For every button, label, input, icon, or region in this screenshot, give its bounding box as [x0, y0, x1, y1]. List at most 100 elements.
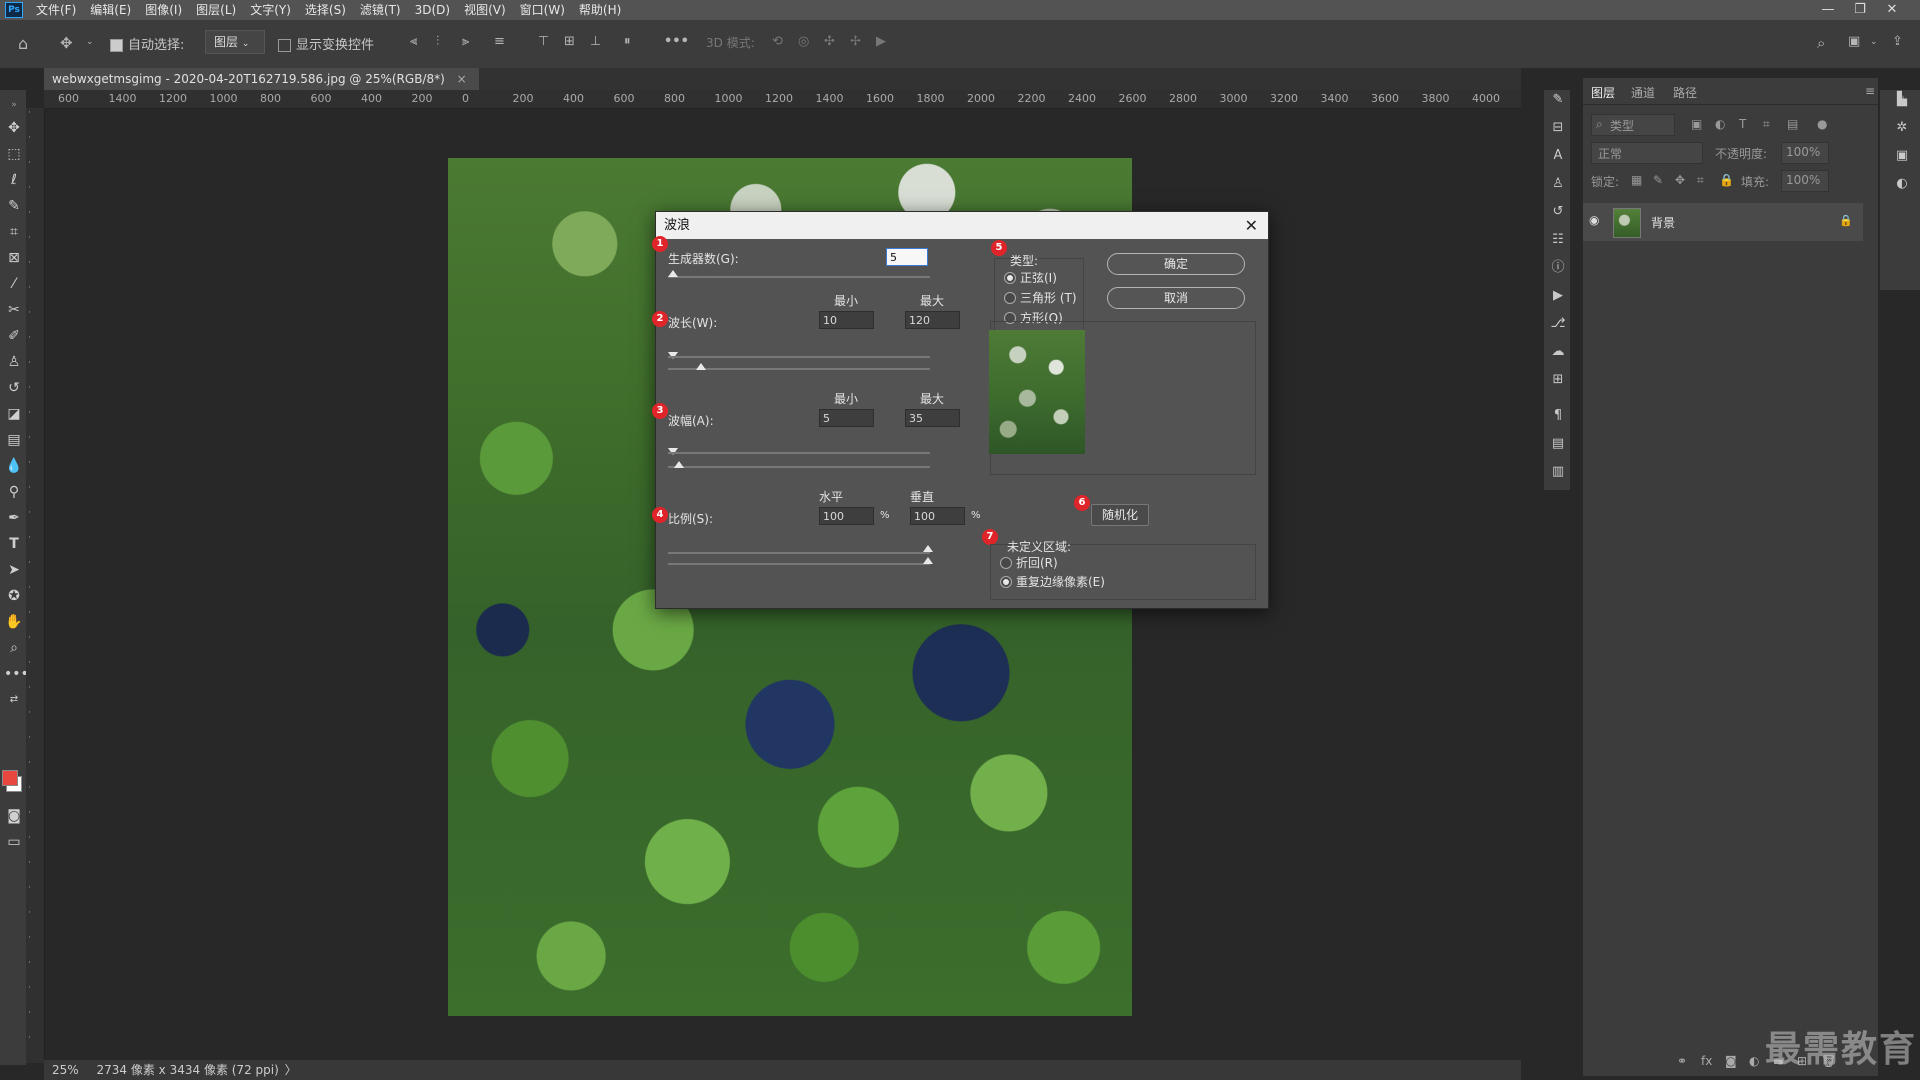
- 3d-pan-icon[interactable]: ✣: [824, 34, 835, 49]
- menu-type[interactable]: 文字(Y): [243, 0, 298, 20]
- undefined-wrap-radio[interactable]: [1000, 557, 1012, 569]
- more-icon[interactable]: •••: [664, 34, 689, 49]
- navigator-icon[interactable]: ✲: [1892, 118, 1912, 138]
- history-icon[interactable]: ↺: [1548, 202, 1568, 222]
- actions-icon[interactable]: ☷: [1548, 230, 1568, 250]
- scale-horizontal-track[interactable]: [668, 552, 930, 554]
- menu-filter[interactable]: 滤镜(T): [353, 0, 408, 20]
- filter-pixel-icon[interactable]: ▣: [1691, 117, 1702, 131]
- info-icon[interactable]: ⓘ: [1548, 258, 1568, 278]
- pen-tool-icon[interactable]: ✒: [4, 508, 24, 528]
- zoom-level[interactable]: 25%: [52, 1063, 79, 1077]
- tab-layers[interactable]: 图层: [1591, 84, 1615, 101]
- filter-type-icon[interactable]: T: [1739, 117, 1746, 131]
- wavelength-max-track[interactable]: [668, 368, 930, 370]
- move-tool-icon[interactable]: ✥: [4, 118, 24, 138]
- cancel-button[interactable]: 取消: [1107, 287, 1245, 309]
- panel-menu-icon[interactable]: ≡: [1865, 84, 1875, 98]
- paths-icon[interactable]: ☁: [1548, 342, 1568, 362]
- amplitude-max-input[interactable]: 35: [905, 409, 960, 427]
- mask-icon[interactable]: ◙: [1725, 1054, 1737, 1068]
- fx-icon[interactable]: fx: [1701, 1054, 1712, 1068]
- chevron-right-icon[interactable]: 〉: [285, 1063, 297, 1077]
- clone-source-icon[interactable]: ♙: [1548, 174, 1568, 194]
- lock-paint-icon[interactable]: ✎: [1653, 173, 1663, 187]
- auto-select-checkbox[interactable]: 自动选择:: [110, 34, 184, 53]
- search-icon[interactable]: ⌕: [1817, 34, 1825, 52]
- marquee-tool-icon[interactable]: ⬚: [4, 144, 24, 164]
- generators-input[interactable]: 5: [886, 248, 928, 266]
- amplitude-max-track[interactable]: [668, 466, 930, 468]
- wavelength-max-thumb[interactable]: [696, 363, 706, 370]
- menu-image[interactable]: 图像(I): [138, 0, 189, 20]
- close-tab-icon[interactable]: ×: [457, 72, 467, 86]
- align-bottom-icon[interactable]: ⊥: [590, 34, 601, 49]
- align-left-icon[interactable]: ⫷: [410, 34, 417, 49]
- eraser-tool-icon[interactable]: ◪: [4, 404, 24, 424]
- amplitude-max-thumb[interactable]: [674, 461, 684, 468]
- lasso-tool-icon[interactable]: ℓ: [4, 170, 24, 190]
- 3d-orbit-icon[interactable]: ⟲: [772, 34, 783, 49]
- wavelength-min-input[interactable]: 10: [819, 311, 874, 329]
- minimize-icon[interactable]: —: [1813, 0, 1843, 20]
- scale-horizontal-input[interactable]: 100: [819, 507, 874, 525]
- filter-type-dropdown[interactable]: ⌕ 类型: [1591, 114, 1675, 136]
- gradient-tool-icon[interactable]: ▤: [4, 430, 24, 450]
- align-middle-icon[interactable]: ⊞: [564, 34, 575, 49]
- document-tab[interactable]: webwxgetmsgimg - 2020-04-20T162719.586.j…: [44, 68, 479, 90]
- 3d-slide-icon[interactable]: ✢: [850, 34, 861, 49]
- lock-position-icon[interactable]: ✥: [1675, 173, 1685, 187]
- filter-toggle-icon[interactable]: ●: [1817, 117, 1827, 131]
- scale-horizontal-thumb[interactable]: [923, 545, 933, 552]
- chevron-down-icon[interactable]: ⌄: [1870, 37, 1878, 47]
- hand-tool-icon[interactable]: ✋: [4, 612, 24, 632]
- character-icon[interactable]: A: [1548, 146, 1568, 166]
- screen-mode-icon[interactable]: ▭: [4, 832, 24, 852]
- glyphs-icon[interactable]: ▥: [1548, 462, 1568, 482]
- blend-mode-dropdown[interactable]: 正常: [1591, 142, 1703, 164]
- properties-icon[interactable]: ⎇: [1548, 314, 1568, 334]
- lock-all-icon[interactable]: 🔒: [1719, 173, 1734, 187]
- tab-paths[interactable]: 路径: [1673, 84, 1697, 101]
- filter-smart-icon[interactable]: ▤: [1787, 117, 1798, 131]
- blur-tool-icon[interactable]: 💧: [4, 456, 24, 476]
- menu-file[interactable]: 文件(F): [29, 0, 83, 20]
- path-select-icon[interactable]: ➤: [4, 560, 24, 580]
- 3d-roll-icon[interactable]: ◎: [798, 34, 809, 49]
- history-brush-icon[interactable]: ↺: [4, 378, 24, 398]
- menu-window[interactable]: 窗口(W): [513, 0, 572, 20]
- play-icon[interactable]: ▶: [1548, 286, 1568, 306]
- scale-vertical-track[interactable]: [668, 563, 930, 565]
- lock-transparent-icon[interactable]: ▦: [1631, 173, 1642, 187]
- libraries-icon[interactable]: ▣: [1892, 146, 1912, 166]
- adjustment-layer-icon[interactable]: ◐: [1749, 1054, 1759, 1068]
- generators-slider-thumb[interactable]: [668, 270, 678, 277]
- lock-artboard-icon[interactable]: ⌗: [1697, 173, 1704, 188]
- filter-adjust-icon[interactable]: ◐: [1715, 117, 1725, 131]
- swap-colors-icon[interactable]: ⇄: [4, 690, 24, 710]
- menu-edit[interactable]: 编辑(E): [83, 0, 138, 20]
- table-icon[interactable]: ⊞: [1548, 370, 1568, 390]
- menu-help[interactable]: 帮助(H): [572, 0, 628, 20]
- collapse-icon[interactable]: »: [4, 95, 24, 115]
- menu-select[interactable]: 选择(S): [298, 0, 353, 20]
- wavelength-max-input[interactable]: 120: [905, 311, 960, 329]
- workspace-icon[interactable]: ▣: [1848, 34, 1860, 49]
- move-tool-icon[interactable]: ✥: [60, 34, 73, 52]
- foreground-color-swatch[interactable]: [2, 770, 18, 786]
- restore-icon[interactable]: ❐: [1845, 0, 1875, 20]
- show-transform-checkbox[interactable]: 显示变换控件: [278, 34, 374, 53]
- align-top-icon[interactable]: ⊤: [538, 34, 549, 49]
- undefined-repeat-radio[interactable]: [1000, 576, 1012, 588]
- opacity-input[interactable]: 100%: [1781, 142, 1829, 164]
- link-icon[interactable]: ⚭: [1677, 1054, 1687, 1068]
- close-window-icon[interactable]: ✕: [1877, 0, 1907, 20]
- eyedropper-tool-icon[interactable]: ⁄: [4, 274, 24, 294]
- menu-layer[interactable]: 图层(L): [189, 0, 243, 20]
- home-icon[interactable]: ⌂: [18, 34, 28, 53]
- type-triangle-radio[interactable]: [1004, 292, 1016, 304]
- quick-select-tool-icon[interactable]: ✎: [4, 196, 24, 216]
- shape-tool-icon[interactable]: ✪: [4, 586, 24, 606]
- align-center-icon[interactable]: ⫶: [436, 34, 439, 49]
- stamp-tool-icon[interactable]: ♙: [4, 352, 24, 372]
